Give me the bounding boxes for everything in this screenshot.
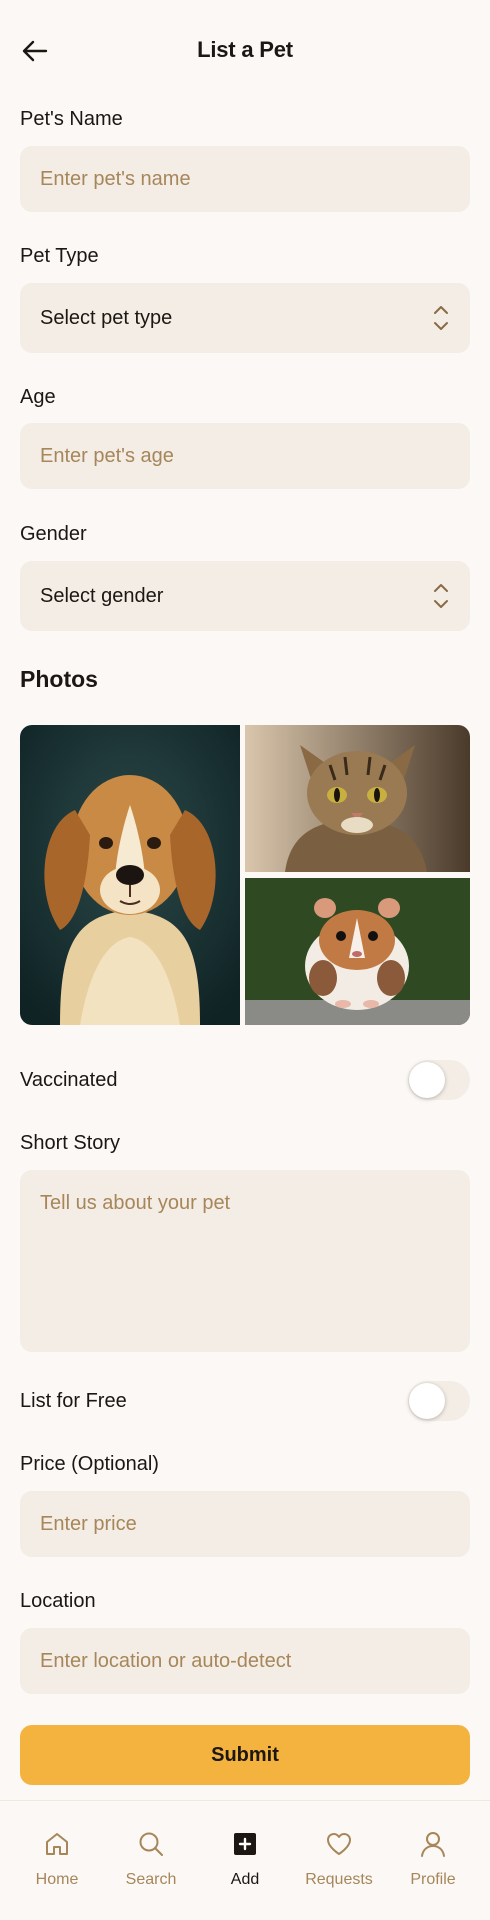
- gender-value: Select gender: [40, 584, 164, 607]
- nav-profile[interactable]: Profile: [388, 1801, 478, 1920]
- nav-home[interactable]: Home: [12, 1801, 102, 1920]
- price-placeholder: Enter price: [40, 1512, 137, 1535]
- toggle-knob: [409, 1062, 445, 1098]
- age-placeholder: Enter pet's age: [40, 444, 174, 467]
- chevron-up-down-icon: [434, 584, 448, 608]
- price-label: Price (Optional): [20, 1453, 159, 1475]
- location-label: Location: [20, 1590, 96, 1612]
- user-icon: [421, 1832, 445, 1857]
- header: List a Pet: [0, 0, 490, 100]
- pet-name-input[interactable]: Enter pet's name: [20, 146, 470, 212]
- list-free-label: List for Free: [20, 1389, 127, 1412]
- chevron-up-down-icon: [434, 306, 448, 330]
- nav-search[interactable]: Search: [106, 1801, 196, 1920]
- pet-type-value: Select pet type: [40, 306, 173, 329]
- cat-photo[interactable]: [245, 725, 470, 872]
- nav-add[interactable]: Add: [200, 1801, 290, 1920]
- photos-title: Photos: [20, 666, 98, 692]
- heart-icon: [327, 1833, 351, 1855]
- nav-add-label: Add: [230, 1871, 260, 1888]
- nav-profile-label: Profile: [410, 1871, 456, 1888]
- story-textarea[interactable]: Tell us about your pet: [20, 1170, 470, 1352]
- location-placeholder: Enter location or auto-detect: [40, 1649, 292, 1672]
- story-label: Short Story: [20, 1132, 121, 1154]
- pet-type-label: Pet Type: [20, 245, 99, 267]
- submit-button[interactable]: Submit: [20, 1725, 470, 1785]
- age-label: Age: [20, 386, 56, 408]
- page-title: List a Pet: [197, 37, 293, 62]
- vaccinated-row: Vaccinated: [20, 1060, 470, 1100]
- list-free-toggle[interactable]: [408, 1381, 470, 1421]
- list-free-row: List for Free: [20, 1381, 470, 1421]
- home-icon: [46, 1833, 68, 1855]
- hamster-photo[interactable]: [245, 878, 470, 1025]
- nav-requests-label: Requests: [305, 1871, 373, 1888]
- vaccinated-label: Vaccinated: [20, 1068, 118, 1091]
- photo-grid: [20, 725, 470, 1025]
- nav-home-label: Home: [35, 1871, 79, 1888]
- nav-requests[interactable]: Requests: [294, 1801, 384, 1920]
- pet-name-placeholder: Enter pet's name: [40, 167, 191, 190]
- age-input[interactable]: Enter pet's age: [20, 423, 470, 489]
- plus-square-icon: [234, 1833, 256, 1855]
- vaccinated-toggle[interactable]: [408, 1060, 470, 1100]
- nav-search-label: Search: [125, 1871, 177, 1888]
- back-button[interactable]: [20, 36, 50, 66]
- gender-label: Gender: [20, 523, 87, 545]
- story-placeholder: Tell us about your pet: [40, 1192, 231, 1214]
- arrow-left-icon: [22, 40, 48, 62]
- search-icon: [139, 1832, 163, 1856]
- price-input[interactable]: Enter price: [20, 1491, 470, 1557]
- pet-name-label: Pet's Name: [20, 108, 123, 130]
- dog-photo[interactable]: [20, 725, 240, 1025]
- toggle-knob: [409, 1383, 445, 1419]
- location-input[interactable]: Enter location or auto-detect: [20, 1628, 470, 1694]
- gender-select[interactable]: Select gender: [20, 561, 470, 631]
- pet-type-select[interactable]: Select pet type: [20, 283, 470, 353]
- bottom-nav: Home Search Add Requests Profile: [0, 1800, 490, 1920]
